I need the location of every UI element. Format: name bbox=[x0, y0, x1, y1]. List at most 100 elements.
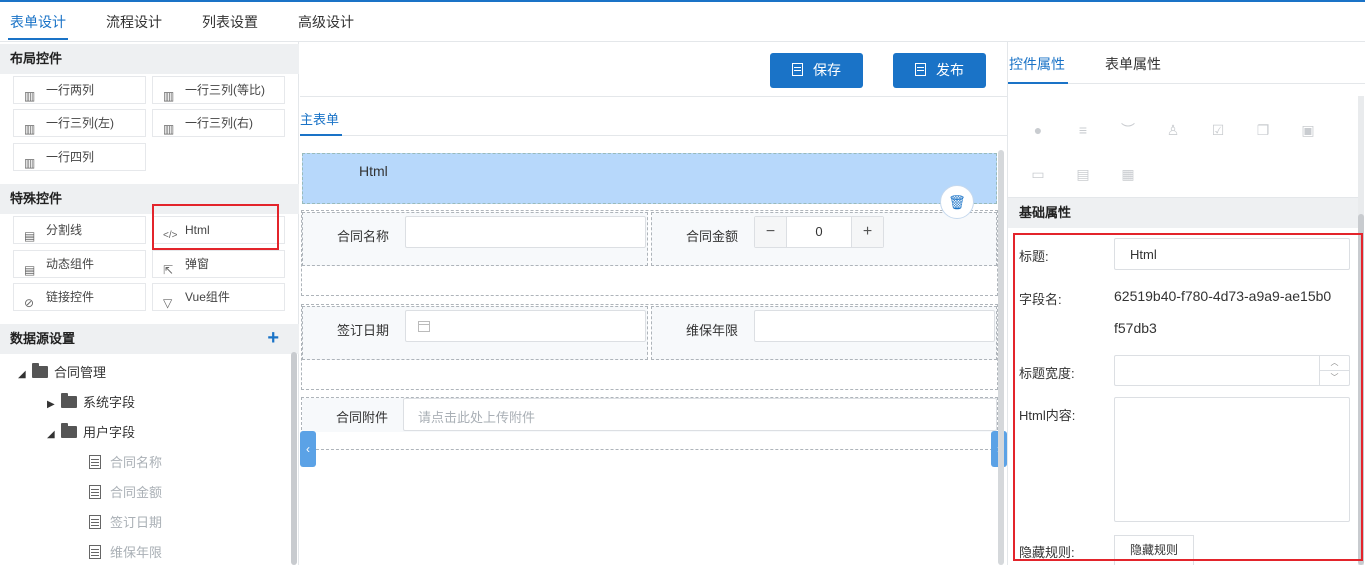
attachment-placeholder: 请点击此处上传附件 bbox=[418, 410, 536, 425]
align-icon[interactable]: ≡ bbox=[1075, 122, 1091, 138]
contract-name-input[interactable] bbox=[405, 216, 646, 248]
field-icon bbox=[89, 515, 101, 529]
active-tab-underline bbox=[8, 38, 68, 40]
form-cell-attachment: 合同附件 请点击此处上传附件 bbox=[302, 398, 997, 432]
text-icon[interactable]: ▤ bbox=[1075, 166, 1091, 182]
tab-flow-design[interactable]: 流程设计 bbox=[106, 12, 162, 32]
datasource-heading: 数据源设置 + bbox=[0, 324, 299, 354]
form-cell-contract-amount: 合同金额 − 0 + bbox=[651, 212, 997, 266]
document-icon bbox=[915, 63, 926, 76]
caret-down-icon: ◢ bbox=[18, 369, 26, 380]
contract-amount-stepper[interactable]: − 0 + bbox=[754, 216, 884, 248]
control-one-row-three-cols-left[interactable]: ▥ 一行三列(左) bbox=[13, 109, 146, 137]
tab-control-properties[interactable]: 控件属性 bbox=[1009, 54, 1065, 74]
copy-icon[interactable]: ❐ bbox=[1255, 122, 1271, 138]
form-canvas: 保存 发布 主表单 Html 合同名称 合同金额 − 0 + 🗑 签订日期 维保… bbox=[300, 42, 1007, 565]
increment-button[interactable]: + bbox=[851, 217, 883, 247]
tab-form-design[interactable]: 表单设计 bbox=[10, 12, 66, 32]
html-component-block[interactable]: Html bbox=[302, 153, 997, 204]
form-cell-contract-name: 合同名称 bbox=[302, 212, 648, 266]
amount-value: 0 bbox=[815, 224, 823, 239]
control-one-row-three-cols-right[interactable]: ▥ 一行三列(右) bbox=[152, 109, 285, 137]
save-button[interactable]: 保存 bbox=[770, 53, 863, 88]
control-divider[interactable]: ▤ 分割线 bbox=[13, 216, 146, 244]
attachment-upload-field[interactable]: 请点击此处上传附件 bbox=[403, 398, 997, 431]
external-link-icon: ⇱ bbox=[163, 263, 174, 277]
form-sub-tabs: 主表单 bbox=[300, 96, 1007, 136]
tree-node-system-fields[interactable]: ▶ 系统字段 bbox=[47, 393, 135, 413]
columns-icon: ▥ bbox=[24, 89, 36, 103]
tree-leaf-sign-date[interactable]: 签订日期 bbox=[89, 513, 162, 533]
delete-icon[interactable]: 🗑 bbox=[940, 185, 974, 219]
html-block-label: Html bbox=[359, 163, 388, 179]
control-type-icons: ● ≡ ︶ ♙ ☑ ❐ ▣ ▭ ▤ ▦ bbox=[1008, 96, 1358, 198]
folder-icon bbox=[61, 423, 77, 438]
control-one-row-three-cols-equal[interactable]: ▥ 一行三列(等比) bbox=[152, 76, 285, 104]
attachment-label: 合同附件 bbox=[336, 410, 389, 425]
basic-properties-heading: 基础属性 bbox=[1008, 198, 1358, 228]
tab-advanced-design[interactable]: 高级设计 bbox=[298, 12, 354, 32]
tree-node-user-fields[interactable]: ◢ 用户字段 bbox=[47, 423, 135, 443]
columns-icon: ▥ bbox=[163, 89, 175, 103]
tab-main-form[interactable]: 主表单 bbox=[300, 109, 339, 128]
tree-leaf-maintenance-years[interactable]: 维保年限 bbox=[89, 543, 162, 563]
properties-tab-underline bbox=[1008, 82, 1068, 84]
document-icon bbox=[792, 63, 803, 76]
properties-tab-bar: 控件属性 表单属性 bbox=[1008, 42, 1365, 84]
checkbox-icon[interactable]: ☑ bbox=[1210, 122, 1226, 138]
control-dynamic-component[interactable]: ▤ 动态组件 bbox=[13, 250, 146, 278]
user-icon[interactable]: ♙ bbox=[1165, 122, 1181, 138]
tab-list-settings[interactable]: 列表设置 bbox=[202, 12, 258, 32]
control-one-row-two-cols[interactable]: ▥ 一行两列 bbox=[13, 76, 146, 104]
caret-down-icon: ◢ bbox=[47, 429, 55, 440]
control-link[interactable]: ⊘ 链接控件 bbox=[13, 283, 146, 311]
sign-date-picker[interactable] bbox=[405, 310, 646, 342]
qrcode-icon[interactable]: ▦ bbox=[1120, 166, 1136, 182]
sign-date-label: 签订日期 bbox=[337, 323, 390, 338]
control-vue-component[interactable]: ▽ Vue组件 bbox=[152, 283, 285, 311]
field-icon bbox=[89, 455, 101, 469]
divider-icon: ▤ bbox=[24, 229, 36, 243]
publish-button[interactable]: 发布 bbox=[893, 53, 986, 88]
collapse-left-icon[interactable]: ‹ bbox=[300, 431, 316, 467]
add-datasource-icon[interactable]: + bbox=[267, 324, 279, 352]
control-one-row-four-cols[interactable]: ▥ 一行四列 bbox=[13, 143, 146, 171]
properties-panel: 控件属性 表单属性 ● ≡ ︶ ♙ ☑ ❐ ▣ ▭ ▤ ▦ 基础属性 标题: H… bbox=[1007, 42, 1365, 565]
top-tab-bar: 表单设计 流程设计 列表设置 高级设计 bbox=[0, 2, 1365, 42]
form-cell-maintenance-years: 维保年限 bbox=[651, 306, 997, 360]
contract-name-label: 合同名称 bbox=[337, 229, 390, 244]
tab-form-properties[interactable]: 表单属性 bbox=[1105, 54, 1161, 74]
control-popup[interactable]: ⇱ 弹窗 bbox=[152, 250, 285, 278]
canvas-scrollbar[interactable] bbox=[998, 150, 1004, 565]
calendar-icon bbox=[418, 321, 430, 332]
vue-icon: ▽ bbox=[163, 296, 173, 310]
folder-icon bbox=[61, 393, 77, 408]
eye-closed-icon[interactable]: ︶ bbox=[1120, 122, 1136, 138]
columns-icon: ▥ bbox=[163, 122, 175, 136]
circle-icon[interactable]: ● bbox=[1030, 122, 1046, 138]
maintenance-years-input[interactable] bbox=[754, 310, 995, 342]
folder-icon bbox=[32, 363, 48, 378]
tree-node-root[interactable]: ◢ 合同管理 bbox=[18, 363, 106, 383]
highlight-annotation bbox=[152, 204, 279, 250]
layout-controls-heading: 布局控件 bbox=[0, 44, 299, 74]
form-cell-sign-date: 签订日期 bbox=[302, 306, 648, 360]
decrement-button[interactable]: − bbox=[755, 217, 787, 247]
tree-leaf-contract-name[interactable]: 合同名称 bbox=[89, 453, 162, 473]
preview-icon[interactable]: ▣ bbox=[1300, 122, 1316, 138]
contract-amount-label: 合同金额 bbox=[686, 229, 739, 244]
input-icon[interactable]: ▭ bbox=[1030, 166, 1046, 182]
link-icon: ⊘ bbox=[24, 296, 35, 310]
maintenance-years-label: 维保年限 bbox=[686, 323, 739, 338]
sub-tab-underline bbox=[300, 134, 342, 136]
field-icon bbox=[89, 545, 101, 559]
dynamic-icon: ▤ bbox=[24, 263, 36, 277]
highlight-annotation bbox=[1013, 233, 1363, 561]
tree-leaf-contract-amount[interactable]: 合同金额 bbox=[89, 483, 162, 503]
left-scrollbar[interactable] bbox=[291, 352, 297, 565]
caret-right-icon: ▶ bbox=[47, 399, 55, 410]
left-panel: 布局控件 ▥ 一行两列 ▥ 一行三列(等比) ▥ 一行三列(左) ▥ 一行三列(… bbox=[0, 42, 299, 565]
columns-icon: ▥ bbox=[24, 156, 36, 170]
columns-icon: ▥ bbox=[24, 122, 36, 136]
field-icon bbox=[89, 485, 101, 499]
